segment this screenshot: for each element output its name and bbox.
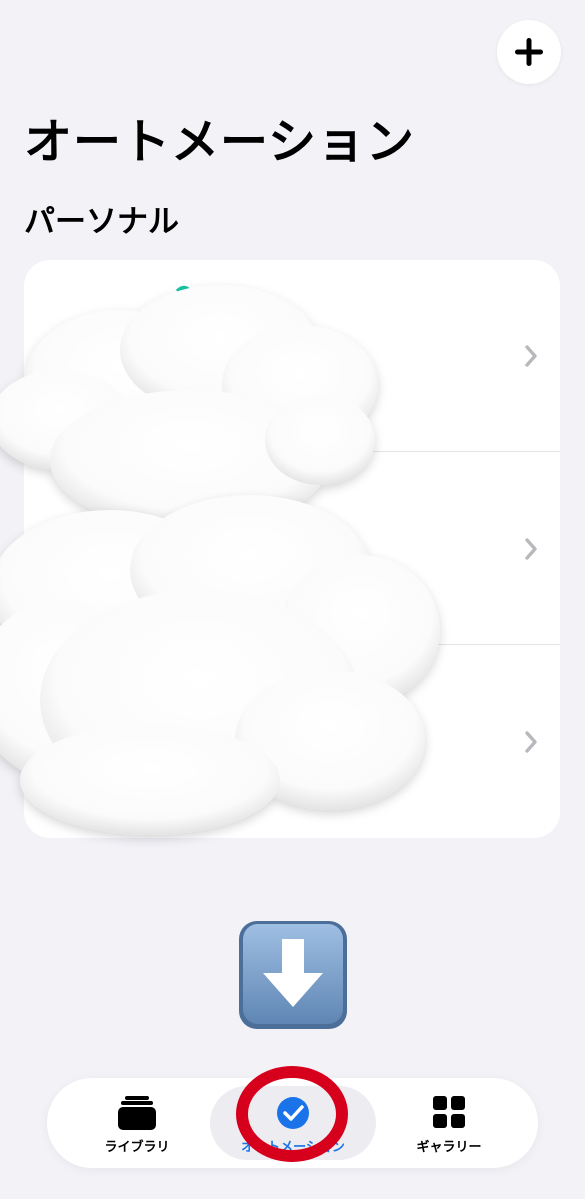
- tab-automation-label: オートメーション: [241, 1140, 345, 1155]
- tab-automation[interactable]: オートメーション: [210, 1086, 376, 1160]
- gallery-grid-icon: [433, 1096, 465, 1128]
- down-arrow-emoji-icon: [239, 921, 347, 1029]
- tab-library[interactable]: ライブラリ: [87, 1078, 187, 1168]
- automation-clock-check-icon: [277, 1097, 309, 1129]
- library-stack-icon: [118, 1096, 156, 1130]
- tab-bar: ライブラリ オートメーション ギャラリー: [47, 1078, 538, 1168]
- tab-library-label: ライブラリ: [104, 1140, 170, 1155]
- tab-gallery[interactable]: ギャラリー: [399, 1078, 499, 1168]
- tab-gallery-label: ギャラリー: [416, 1140, 482, 1155]
